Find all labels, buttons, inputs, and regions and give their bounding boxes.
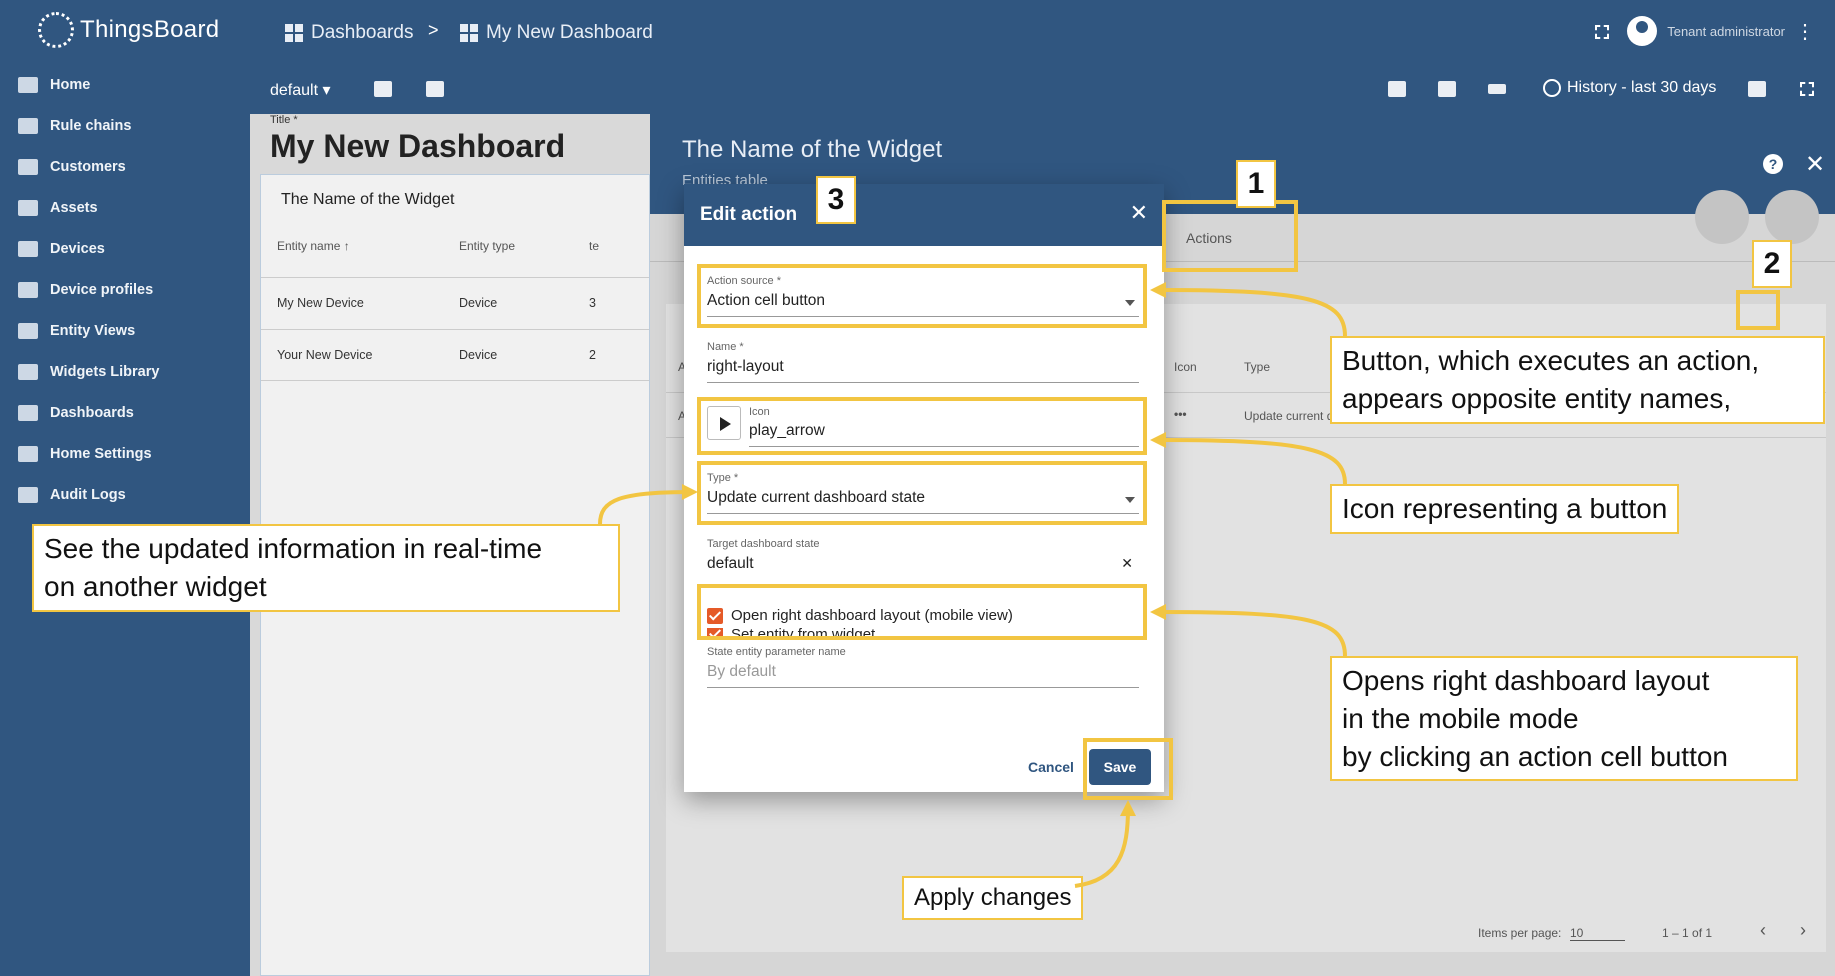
sidebar-item-rule-chains[interactable]: Rule chains	[0, 105, 250, 146]
rule-chains-icon	[18, 117, 38, 134]
highlight-action-source	[697, 264, 1147, 328]
sidebar-item-widgets-library[interactable]: Widgets Library	[0, 351, 250, 392]
dashboards-icon	[18, 404, 38, 421]
customers-icon	[18, 158, 38, 175]
table-row[interactable]: Your New Device Device 2	[261, 329, 649, 381]
app-name: ThingsBoard	[80, 16, 220, 43]
dialog-title: Edit action	[700, 204, 798, 225]
sidebar-item-customers[interactable]: Customers	[0, 146, 250, 187]
app-logo[interactable]: ThingsBoard	[38, 12, 219, 48]
highlight-open-right-layout	[697, 584, 1147, 640]
decline-button[interactable]	[1765, 190, 1819, 244]
devices-icon[interactable]	[1438, 81, 1456, 97]
top-bar: ThingsBoard Dashboards > My New Dashboar…	[0, 0, 1835, 64]
dashboards-icon	[285, 24, 303, 42]
assets-icon	[18, 199, 38, 216]
help-icon[interactable]: ?	[1763, 154, 1783, 174]
step-number-2: 2	[1752, 240, 1792, 288]
highlight-icon	[697, 397, 1147, 455]
user-menu[interactable]: Tenant administrator ⋮	[1627, 16, 1815, 46]
more-horiz-icon[interactable]: •••	[1174, 407, 1187, 421]
download-icon[interactable]	[1748, 81, 1766, 97]
layout-icon[interactable]	[426, 81, 444, 97]
settings-icon	[18, 445, 38, 462]
editor-title: The Name of the Widget	[682, 136, 943, 163]
step-number-1: 1	[1236, 160, 1276, 208]
dialog-header: Edit action ✕	[684, 184, 1164, 246]
dashboard-title[interactable]: My New Dashboard	[270, 128, 565, 165]
sidebar-item-audit-logs[interactable]: Audit Logs	[0, 474, 250, 515]
close-icon[interactable]: ✕	[1130, 200, 1148, 226]
history-button[interactable]: History - last 30 days	[1543, 79, 1716, 97]
logo-icon	[38, 12, 74, 48]
user-role: Tenant administrator	[1667, 23, 1785, 39]
clear-icon[interactable]: ✕	[1121, 555, 1133, 572]
cancel-button[interactable]: Cancel	[1028, 759, 1074, 775]
home-icon	[18, 76, 38, 93]
state-param-field[interactable]: State entity parameter name By default	[707, 646, 1139, 688]
prev-page-icon[interactable]: ‹	[1760, 920, 1766, 941]
highlight-add-button	[1736, 290, 1780, 330]
highlight-save-button	[1083, 738, 1173, 800]
audit-logs-icon	[18, 486, 38, 503]
column-extra[interactable]: te	[589, 239, 599, 253]
avatar[interactable]	[1627, 16, 1658, 46]
state-select[interactable]: default ▾	[270, 80, 331, 100]
filter-icon[interactable]	[1488, 84, 1506, 94]
fullscreen-icon[interactable]	[1595, 25, 1609, 39]
callout-icon-description: Icon representing a button	[1330, 484, 1680, 534]
more-vert-icon[interactable]: ⋮	[1795, 19, 1815, 44]
close-icon[interactable]: ✕	[1805, 150, 1825, 179]
sidebar: Home Rule chains Customers Assets Device…	[0, 64, 250, 976]
callout-realtime: See the updated information in real-time…	[32, 524, 620, 612]
table-row[interactable]: My New Device Device 3	[261, 277, 649, 329]
clock-icon	[1543, 79, 1561, 97]
callout-opens-right-layout: Opens right dashboard layout in the mobi…	[1330, 656, 1798, 782]
highlight-type	[697, 461, 1147, 525]
fullscreen-icon[interactable]	[1800, 82, 1814, 96]
device-profiles-icon	[18, 281, 38, 298]
highlight-actions-tab	[1162, 200, 1298, 272]
settings-icon[interactable]	[1388, 81, 1406, 97]
sidebar-item-home-settings[interactable]: Home Settings	[0, 433, 250, 474]
widgets-icon	[18, 363, 38, 380]
sidebar-item-dashboards[interactable]: Dashboards	[0, 392, 250, 433]
sidebar-item-device-profiles[interactable]: Device profiles	[0, 269, 250, 310]
sidebar-item-devices[interactable]: Devices	[0, 228, 250, 269]
breadcrumb-dashboards[interactable]: Dashboards	[285, 22, 413, 44]
items-per-page-select[interactable]: 10	[1570, 926, 1625, 941]
devices-icon	[18, 240, 38, 257]
breadcrumb-separator: >	[428, 20, 439, 40]
sidebar-item-home[interactable]: Home	[0, 64, 250, 105]
column-entity-name[interactable]: Entity name ↑	[277, 239, 350, 253]
layers-icon[interactable]	[374, 81, 392, 97]
entity-views-icon	[18, 322, 38, 339]
widget-title: The Name of the Widget	[281, 191, 455, 208]
step-number-3: 3	[816, 176, 856, 224]
breadcrumb-current: My New Dashboard	[460, 22, 653, 44]
next-page-icon[interactable]: ›	[1800, 920, 1806, 941]
sidebar-item-entity-views[interactable]: Entity Views	[0, 310, 250, 351]
callout-apply-changes: Apply changes	[902, 876, 1084, 921]
target-state-select[interactable]: Target dashboard state default ✕	[707, 538, 1139, 579]
dashboard-icon	[460, 24, 478, 42]
title-label: Title *	[270, 114, 298, 126]
sidebar-item-assets[interactable]: Assets	[0, 187, 250, 228]
column-entity-type[interactable]: Entity type	[459, 239, 515, 253]
callout-button-description: Button, which executes an action, appear…	[1330, 336, 1825, 424]
name-field[interactable]: Name * right-layout	[707, 341, 1139, 383]
apply-check-button[interactable]	[1695, 190, 1749, 244]
dashboard-toolbar: default ▾ History - last 30 days	[250, 64, 1835, 114]
